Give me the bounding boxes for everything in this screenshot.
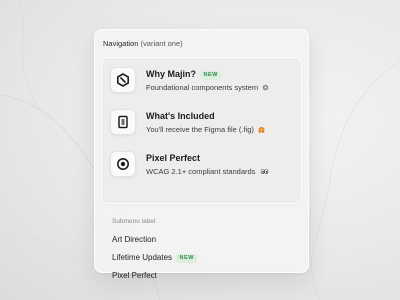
document-list-icon	[110, 109, 136, 135]
menu-item-title: Why Majin? NEW	[146, 69, 222, 80]
panel-title-text: Navigation	[103, 39, 139, 48]
menu-item-subtitle-text: You'll receive the Figma file (.fig)	[146, 125, 254, 134]
submenu-item-lifetime-updates[interactable]: Lifetime Updates NEW	[112, 253, 198, 263]
navigation-panel: Navigation (variant one) Why Majin? NEW F…	[94, 29, 309, 280]
submenu-label: Submenu label	[112, 218, 156, 225]
panel-variant-text: (variant one)	[140, 39, 183, 48]
panel-title: Navigation (variant one)	[103, 39, 183, 48]
submenu-item-label: Lifetime Updates	[112, 253, 173, 262]
menu-item-title: What's Included	[146, 111, 215, 121]
hexagon-slash-icon	[110, 67, 136, 93]
menu-item-title-text: Why Majin?	[146, 69, 196, 79]
submenu-item-art-direction[interactable]: Art Direction	[112, 235, 156, 244]
gift-emoji-icon	[258, 126, 265, 133]
menu-item-subtitle: You'll receive the Figma file (.fig)	[146, 125, 265, 134]
eyes-emoji-icon	[260, 168, 268, 175]
target-icon	[110, 151, 136, 177]
menu-item-subtitle-text: WCAG 2.1+ compliant standards	[146, 167, 256, 176]
menu-item-whats-included[interactable]: What's Included You'll receive the Figma…	[108, 104, 295, 144]
menu-item-subtitle: Foundational components system	[146, 83, 269, 92]
menu-item-why-majin[interactable]: Why Majin? NEW Foundational components sy…	[108, 62, 295, 102]
menu-item-subtitle-text: Foundational components system	[146, 83, 259, 92]
new-badge: NEW	[200, 70, 222, 80]
menu-item-title: Pixel Perfect	[146, 153, 201, 163]
submenu-item-pixel-perfect[interactable]: Pixel Perfect	[112, 271, 157, 280]
gear-emoji-icon	[262, 84, 269, 91]
featured-menu-card: Why Majin? NEW Foundational components sy…	[101, 57, 302, 204]
menu-item-pixel-perfect[interactable]: Pixel Perfect WCAG 2.1+ compliant standa…	[108, 146, 295, 186]
new-badge: NEW	[176, 253, 198, 263]
menu-item-subtitle: WCAG 2.1+ compliant standards	[146, 167, 269, 176]
